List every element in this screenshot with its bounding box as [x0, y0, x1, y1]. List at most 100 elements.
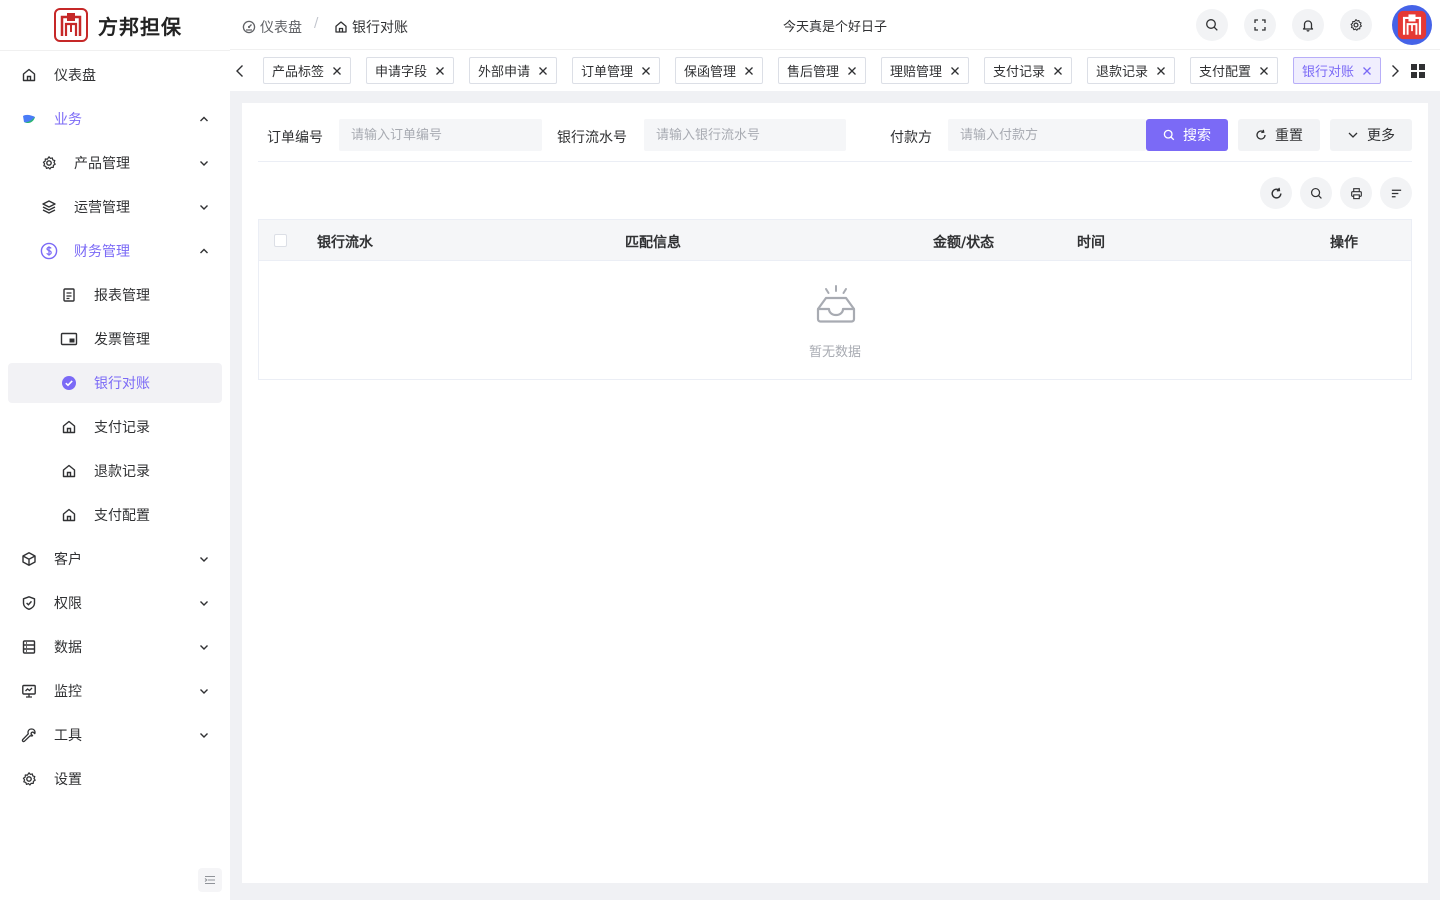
- avatar-logo-icon: [1397, 10, 1427, 40]
- search-icon: [1206, 19, 1218, 31]
- column-header-match-info[interactable]: 匹配信息: [625, 232, 681, 252]
- chevron-down-icon: [200, 161, 208, 166]
- close-icon[interactable]: [332, 66, 342, 76]
- search-button[interactable]: 搜索: [1146, 119, 1228, 151]
- sidebar-item-customers[interactable]: 客户: [8, 539, 222, 579]
- refresh-icon: [1256, 129, 1266, 140]
- tabs-scroll-right-button[interactable]: [1385, 61, 1405, 81]
- table-column-settings-button[interactable]: [1380, 177, 1412, 209]
- tab-payment-records[interactable]: 支付记录: [984, 57, 1073, 84]
- sidebar-item-label: 数据: [54, 640, 82, 656]
- chevron-down-icon: [200, 601, 208, 606]
- collapse-icon: [204, 875, 215, 885]
- sidebar-item-dashboard[interactable]: 仪表盘: [8, 55, 222, 95]
- close-icon[interactable]: [538, 66, 548, 76]
- tab-claims-management[interactable]: 理赔管理: [881, 57, 970, 84]
- header-fullscreen-button[interactable]: [1244, 9, 1276, 41]
- payer-input[interactable]: [948, 119, 1146, 151]
- sidebar-item-payment-records[interactable]: 支付记录: [8, 407, 222, 447]
- order-no-label: 订单编号: [267, 130, 323, 146]
- breadcrumb-label: 银行对账: [352, 20, 408, 36]
- table-refresh-button[interactable]: [1260, 177, 1292, 209]
- database-icon: [21, 639, 37, 655]
- sidebar-item-settings[interactable]: 设置: [8, 759, 222, 799]
- column-header-time[interactable]: 时间: [1077, 232, 1105, 252]
- header-search-button[interactable]: [1196, 9, 1228, 41]
- tab-product-tags[interactable]: 产品标签: [263, 57, 352, 84]
- header-settings-button[interactable]: [1340, 9, 1372, 41]
- close-icon[interactable]: [1362, 66, 1372, 76]
- tab-guarantee-management[interactable]: 保函管理: [675, 57, 764, 84]
- sidebar-item-permissions[interactable]: 权限: [8, 583, 222, 623]
- close-icon[interactable]: [435, 66, 445, 76]
- sidebar-item-label: 工具: [54, 728, 82, 744]
- dashboard-icon: [242, 20, 256, 34]
- sidebar-item-tools[interactable]: 工具: [8, 715, 222, 755]
- sidebar-item-label: 仪表盘: [54, 68, 96, 84]
- tab-after-sales[interactable]: 售后管理: [778, 57, 867, 84]
- table-search-toggle-button[interactable]: [1300, 177, 1332, 209]
- close-icon[interactable]: [641, 66, 651, 76]
- sidebar-item-data[interactable]: 数据: [8, 627, 222, 667]
- close-icon[interactable]: [950, 66, 960, 76]
- sidebar-item-product-management[interactable]: 产品管理: [8, 143, 222, 183]
- business-icon: [21, 111, 37, 127]
- logo-divider: [0, 50, 230, 51]
- grid-menu-icon[interactable]: [1410, 63, 1426, 79]
- sidebar-item-label: 运营管理: [74, 200, 130, 216]
- sidebar-item-business[interactable]: 业务: [8, 99, 222, 139]
- tab-application-fields[interactable]: 申请字段: [366, 57, 455, 84]
- close-icon[interactable]: [1156, 66, 1166, 76]
- search-icon: [1163, 129, 1175, 141]
- sidebar-item-payment-config[interactable]: 支付配置: [8, 495, 222, 535]
- sidebar-item-label: 支付记录: [94, 420, 150, 436]
- sidebar-item-label: 财务管理: [74, 244, 130, 260]
- home-icon: [61, 463, 77, 479]
- data-table: 银行流水 匹配信息 金额/状态 时间 操作 暂无数据: [258, 219, 1412, 380]
- layers-icon: [41, 199, 57, 215]
- tab-order-management[interactable]: 订单管理: [572, 57, 661, 84]
- select-all-checkbox[interactable]: [274, 234, 287, 247]
- sidebar-item-finance-management[interactable]: 财务管理: [8, 231, 222, 271]
- close-icon[interactable]: [1053, 66, 1063, 76]
- close-icon[interactable]: [744, 66, 754, 76]
- sidebar-collapse-button[interactable]: [198, 868, 222, 892]
- column-settings-icon: [1391, 189, 1401, 197]
- tab-external-applications[interactable]: 外部申请: [469, 57, 558, 84]
- sidebar-item-bank-reconciliation[interactable]: 银行对账: [8, 363, 222, 403]
- sidebar-item-label: 报表管理: [94, 288, 150, 304]
- breadcrumb-label: 仪表盘: [260, 20, 302, 36]
- tab-label: 保函管理: [684, 65, 737, 80]
- print-icon: [1350, 187, 1362, 199]
- sidebar-item-monitoring[interactable]: 监控: [8, 671, 222, 711]
- sidebar-item-label: 发票管理: [94, 332, 150, 348]
- table-print-button[interactable]: [1340, 177, 1372, 209]
- tab-refund-records[interactable]: 退款记录: [1087, 57, 1176, 84]
- reset-button[interactable]: 重置: [1238, 119, 1320, 151]
- app-logo[interactable]: 方邦担保: [54, 8, 182, 42]
- tabs-scroll-left-button[interactable]: [230, 61, 250, 81]
- sidebar-item-invoice-management[interactable]: 发票管理: [8, 319, 222, 359]
- breadcrumb-dashboard[interactable]: 仪表盘: [242, 17, 302, 37]
- sidebar-item-operations-management[interactable]: 运营管理: [8, 187, 222, 227]
- order-no-input[interactable]: [339, 119, 542, 151]
- chevron-down-icon: [200, 689, 208, 694]
- tab-bank-reconciliation[interactable]: 银行对账: [1293, 57, 1382, 84]
- tab-payment-config[interactable]: 支付配置: [1190, 57, 1279, 84]
- sidebar-item-report-management[interactable]: 报表管理: [8, 275, 222, 315]
- column-header-bank-serial[interactable]: 银行流水: [317, 232, 373, 252]
- more-filters-button[interactable]: 更多: [1330, 119, 1412, 151]
- gear-icon: [1350, 19, 1362, 31]
- close-icon[interactable]: [1259, 66, 1269, 76]
- user-avatar[interactable]: [1392, 5, 1432, 45]
- header-notifications-button[interactable]: [1292, 9, 1324, 41]
- home-icon: [21, 67, 37, 83]
- close-icon[interactable]: [847, 66, 857, 76]
- sidebar-item-refund-records[interactable]: 退款记录: [8, 451, 222, 491]
- fullscreen-icon: [1254, 19, 1266, 31]
- sidebar-item-label: 业务: [54, 112, 82, 128]
- column-header-amount-status[interactable]: 金额/状态: [933, 232, 994, 252]
- monitor-icon: [21, 683, 37, 699]
- bank-serial-input[interactable]: [644, 119, 846, 151]
- bell-icon: [1302, 20, 1314, 32]
